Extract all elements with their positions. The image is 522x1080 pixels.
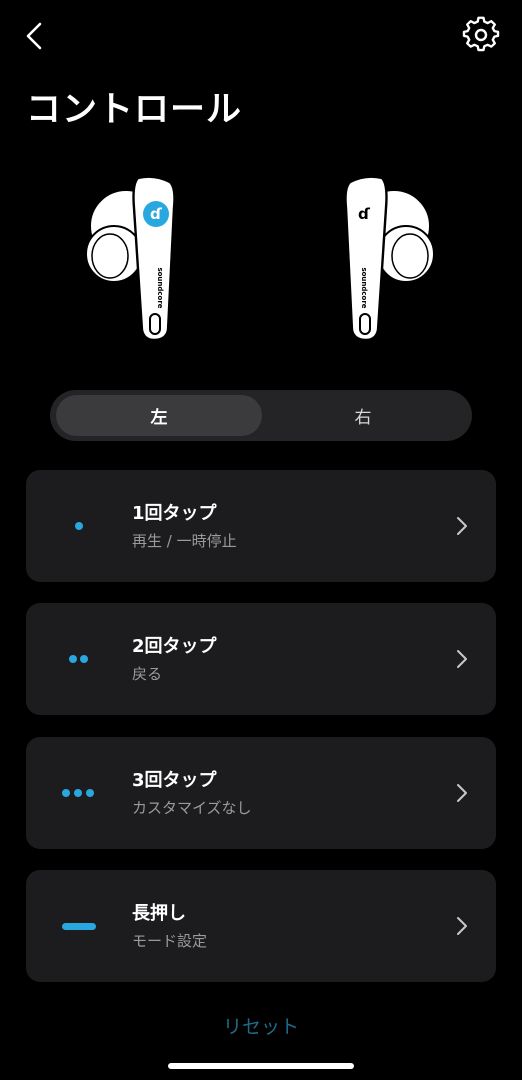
control-title: 2回タップ [132,636,217,657]
top-bar [0,0,522,72]
tab-left[interactable]: 左 [56,395,262,436]
chevron-right-icon [454,647,470,671]
control-card-double-tap[interactable]: 2回タップ 戻る [26,603,496,715]
gear-icon [462,16,500,52]
left-earbud-image: ɗ soundcore [80,168,190,348]
control-title: 長押し [132,903,186,924]
two-dots-icon [56,643,102,675]
three-dots-icon [56,777,102,809]
brand-text-right: soundcore [360,267,368,308]
control-card-long-press[interactable]: 長押し モード設定 [26,870,496,982]
chevron-left-icon [26,22,42,50]
right-earbud-image: ɗ soundcore [330,168,440,348]
back-button[interactable] [18,18,54,54]
chevron-right-icon [454,914,470,938]
side-toggle: 左 右 [50,390,472,441]
svg-text:ɗ: ɗ [150,205,163,223]
control-action: カスタマイズなし [132,799,252,817]
control-card-triple-tap[interactable]: 3回タップ カスタマイズなし [26,737,496,849]
earbuds-illustration: ɗ soundcore ɗ soundcore [0,168,522,352]
control-title: 1回タップ [132,503,217,524]
control-action: モード設定 [132,932,208,950]
control-action: 戻る [132,665,163,683]
settings-button[interactable] [462,16,500,54]
control-title: 3回タップ [132,770,217,791]
controls-screen: コントロール ɗ soundcore ɗ soundcore 左 右 1回タップ… [0,0,522,1080]
home-indicator[interactable] [168,1063,354,1069]
chevron-right-icon [454,514,470,538]
chevron-right-icon [454,781,470,805]
brand-text-left: soundcore [156,267,164,308]
one-dot-icon [56,510,102,542]
page-title: コントロール [26,90,243,130]
control-action: 再生 / 一時停止 [132,532,237,550]
reset-button[interactable]: リセット [0,1012,522,1039]
tab-right[interactable]: 右 [260,395,466,436]
control-card-single-tap[interactable]: 1回タップ 再生 / 一時停止 [26,470,496,582]
long-press-bar-icon [56,910,102,942]
svg-text:ɗ: ɗ [358,205,371,223]
